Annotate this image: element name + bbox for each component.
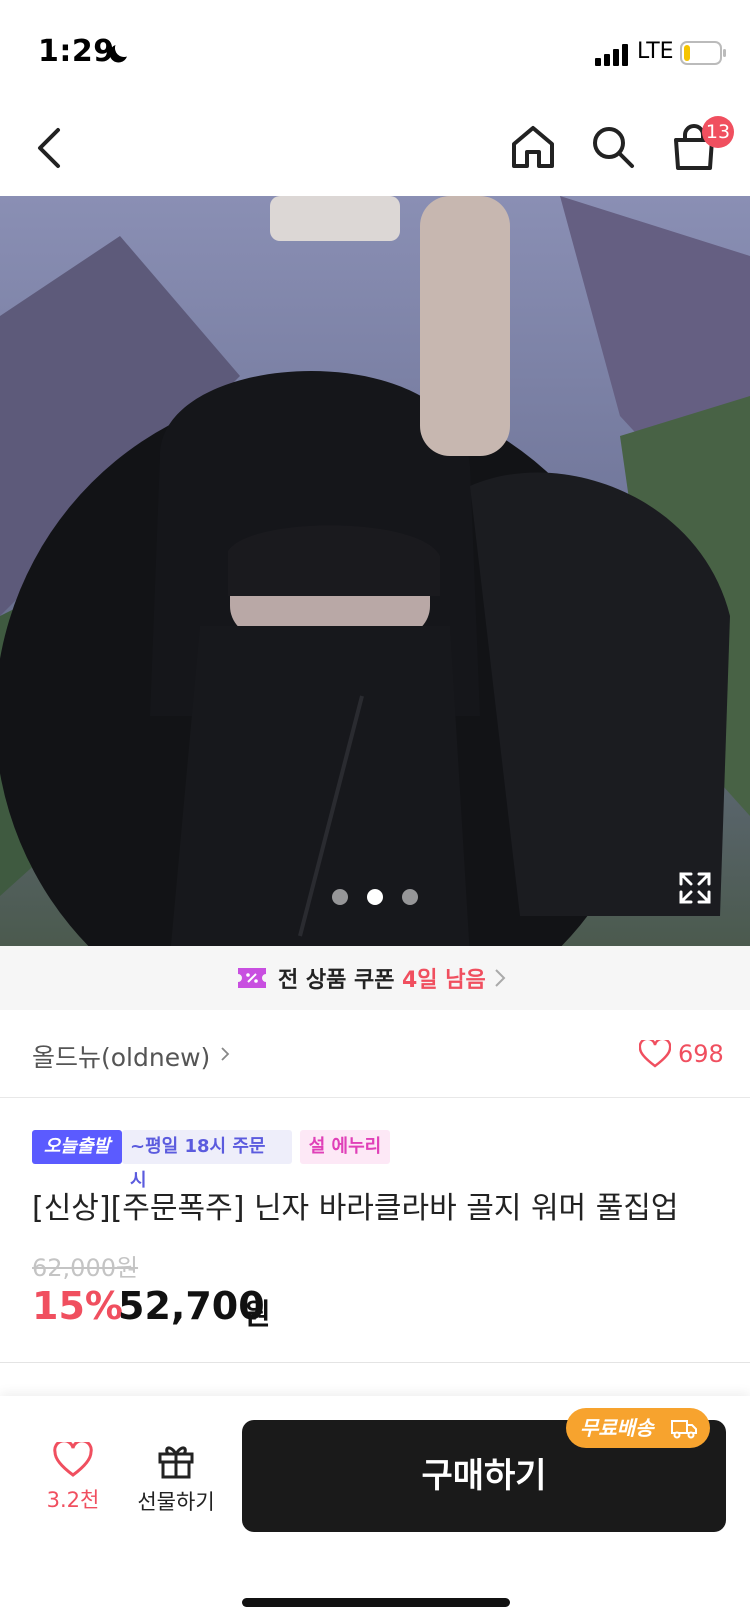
today-shipping-tag: 오늘출발 [32,1130,122,1164]
wishlist-count: 3.2천 [46,1488,100,1512]
carousel-dot-1[interactable] [332,889,348,905]
back-arrow-icon[interactable] [28,120,72,176]
carousel-dot-2[interactable] [367,889,383,905]
signal-icon [595,44,628,66]
product-image[interactable] [0,196,750,946]
free-shipping-badge: 무료배송 [566,1408,710,1448]
product-title: [신상][주문폭주] 닌자 바라클라바 골지 워머 풀집업 [32,1191,679,1226]
price-unit: 원 [244,1297,271,1331]
gift-label: 선물하기 [137,1490,215,1514]
expand-icon[interactable] [677,870,713,906]
coupon-text: 전 상품 쿠폰 [278,968,395,993]
chevron-right-icon [221,1047,230,1061]
heart-icon[interactable] [639,1040,671,1068]
sale-price: 52,700 [118,1284,265,1328]
search-icon[interactable] [588,122,638,172]
heart-icon [53,1442,93,1477]
weekday-order-tag: ~평일 18시 주문 시 [122,1130,292,1191]
original-price: 62,000원 [32,1254,139,1282]
battery-icon [680,41,726,65]
carousel-dots [0,889,750,909]
coupon-icon [238,968,266,988]
cart-count-badge: 13 [702,116,734,148]
shop-row: 올드뉴(oldnew) 698 [0,1010,750,1098]
top-nav-bar [0,100,750,196]
home-icon[interactable] [508,122,558,172]
coupon-banner[interactable]: 전 상품 쿠폰 4일 남음 [0,946,750,1010]
status-bar: 1:29 LTE [0,0,750,100]
bottom-action-bar: 3.2천 선물하기 구매하기 무료배송 [0,1396,750,1624]
moon-icon [109,45,127,63]
gift-icon [158,1446,194,1479]
carousel-dot-3[interactable] [402,889,418,905]
product-photo-illustration [0,196,750,946]
home-indicator [242,1598,510,1607]
wishlist-button[interactable]: 3.2천 [36,1442,110,1522]
free-shipping-label: 무료배송 [580,1416,654,1440]
network-label: LTE [637,39,674,64]
shop-like-count: 698 [678,1040,724,1068]
truck-icon [671,1420,697,1439]
coupon-remaining: 4일 남음 [402,968,486,993]
shop-name-link[interactable]: 올드뉴(oldnew) [32,1038,210,1074]
discount-rate: 15% [32,1284,123,1328]
chevron-right-icon [495,969,506,987]
divider [0,1362,750,1363]
status-time: 1:29 [38,34,115,69]
gift-button[interactable]: 선물하기 [130,1440,222,1522]
seol-discount-tag: 설 에누리 [300,1130,390,1164]
